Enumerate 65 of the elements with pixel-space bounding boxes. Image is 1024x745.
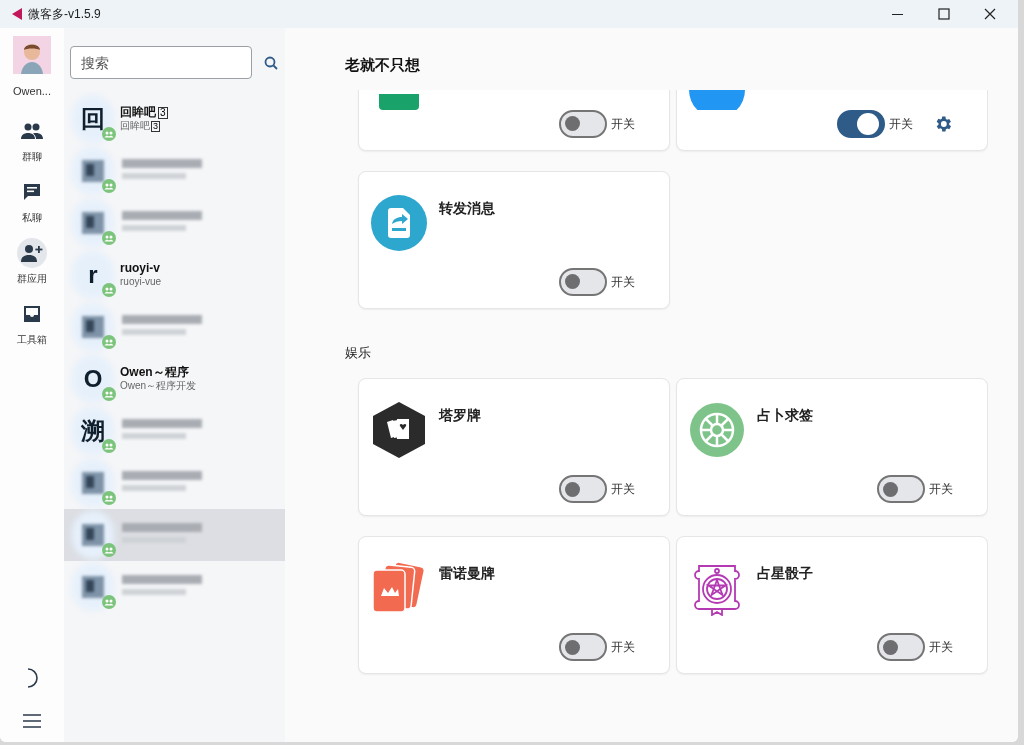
group-badge-icon <box>102 543 116 557</box>
toggle-switch[interactable] <box>559 109 607 138</box>
group-badge-icon <box>102 387 116 401</box>
message-icon <box>22 181 42 202</box>
group-badge-icon <box>102 595 116 609</box>
chat-preview: 回眸吧 <box>120 120 150 133</box>
switch-label: 开关 <box>611 273 635 291</box>
avatar-letter: 回 <box>81 104 105 134</box>
group-badge-icon <box>102 179 116 193</box>
avatar-letter: O <box>83 364 103 394</box>
nav-item[interactable]: 工具箱 <box>17 298 47 347</box>
card-title: 转发消息 <box>439 199 495 216</box>
crown-cards-icon <box>371 562 427 614</box>
count-tag: 3 <box>158 106 168 119</box>
people-icon <box>21 121 43 140</box>
card-title: 占卜求签 <box>757 407 813 423</box>
chat-preview: Owen～程序开发 <box>120 380 197 393</box>
chat-item[interactable] <box>64 509 285 561</box>
toggle-switch[interactable] <box>559 475 607 503</box>
maximize-icon[interactable] <box>938 8 950 20</box>
app-logo-icon <box>12 8 22 20</box>
playing-cards-icon <box>373 402 425 458</box>
chat-bubble-icon <box>689 89 745 110</box>
avatar-letter: r <box>88 260 98 290</box>
group-badge-icon <box>102 231 116 245</box>
close-icon[interactable] <box>984 8 996 20</box>
nav-item[interactable]: 私聊 <box>17 176 47 225</box>
switch-label: 开关 <box>611 115 635 133</box>
switch-label: 开关 <box>929 481 953 498</box>
group-badge-icon <box>102 491 116 505</box>
inbox-icon <box>22 303 42 324</box>
window-title: 微客多-v1.5.9 <box>28 6 101 23</box>
section-title: 娱乐 <box>345 343 372 362</box>
search-icon[interactable] <box>264 55 278 70</box>
avatar-letter: 溯 <box>81 416 105 446</box>
menu-icon[interactable] <box>23 714 41 728</box>
card-title: 雷诺曼牌 <box>439 565 495 581</box>
chat-preview: ruoyi-vue <box>120 276 162 289</box>
card-title: 占星骰子 <box>757 565 813 581</box>
toggle-switch[interactable] <box>877 633 925 661</box>
count-tag: 3 <box>151 121 160 132</box>
toggle-switch[interactable] <box>559 633 607 661</box>
chat-name: Owen～程序 <box>120 365 189 380</box>
switch-label: 开关 <box>611 639 635 656</box>
wheel-icon <box>690 403 744 457</box>
switch-label: 开关 <box>889 115 913 133</box>
group-badge-icon <box>102 335 116 349</box>
toggle-switch[interactable] <box>837 109 885 138</box>
toggle-switch[interactable] <box>559 267 607 296</box>
toggle-switch[interactable] <box>877 475 925 503</box>
share-file-icon <box>371 194 427 251</box>
chat-name: 回眸吧 <box>120 105 156 121</box>
group-badge-icon <box>102 283 116 297</box>
nav-item[interactable]: 群聊 <box>17 115 47 164</box>
tile-icon <box>379 93 419 110</box>
card-title: 塔罗牌 <box>439 407 481 423</box>
user-name: Owen... <box>13 84 51 99</box>
group-badge-icon <box>102 127 116 141</box>
search-field[interactable]: 搜索 <box>70 46 252 79</box>
add-person-icon <box>21 243 43 262</box>
chat-name: ruoyi-v <box>120 261 160 277</box>
switch-label: 开关 <box>929 639 953 656</box>
page-title: 老就不只想 <box>345 55 421 75</box>
group-badge-icon <box>102 439 116 453</box>
switch-label: 开关 <box>611 481 635 498</box>
